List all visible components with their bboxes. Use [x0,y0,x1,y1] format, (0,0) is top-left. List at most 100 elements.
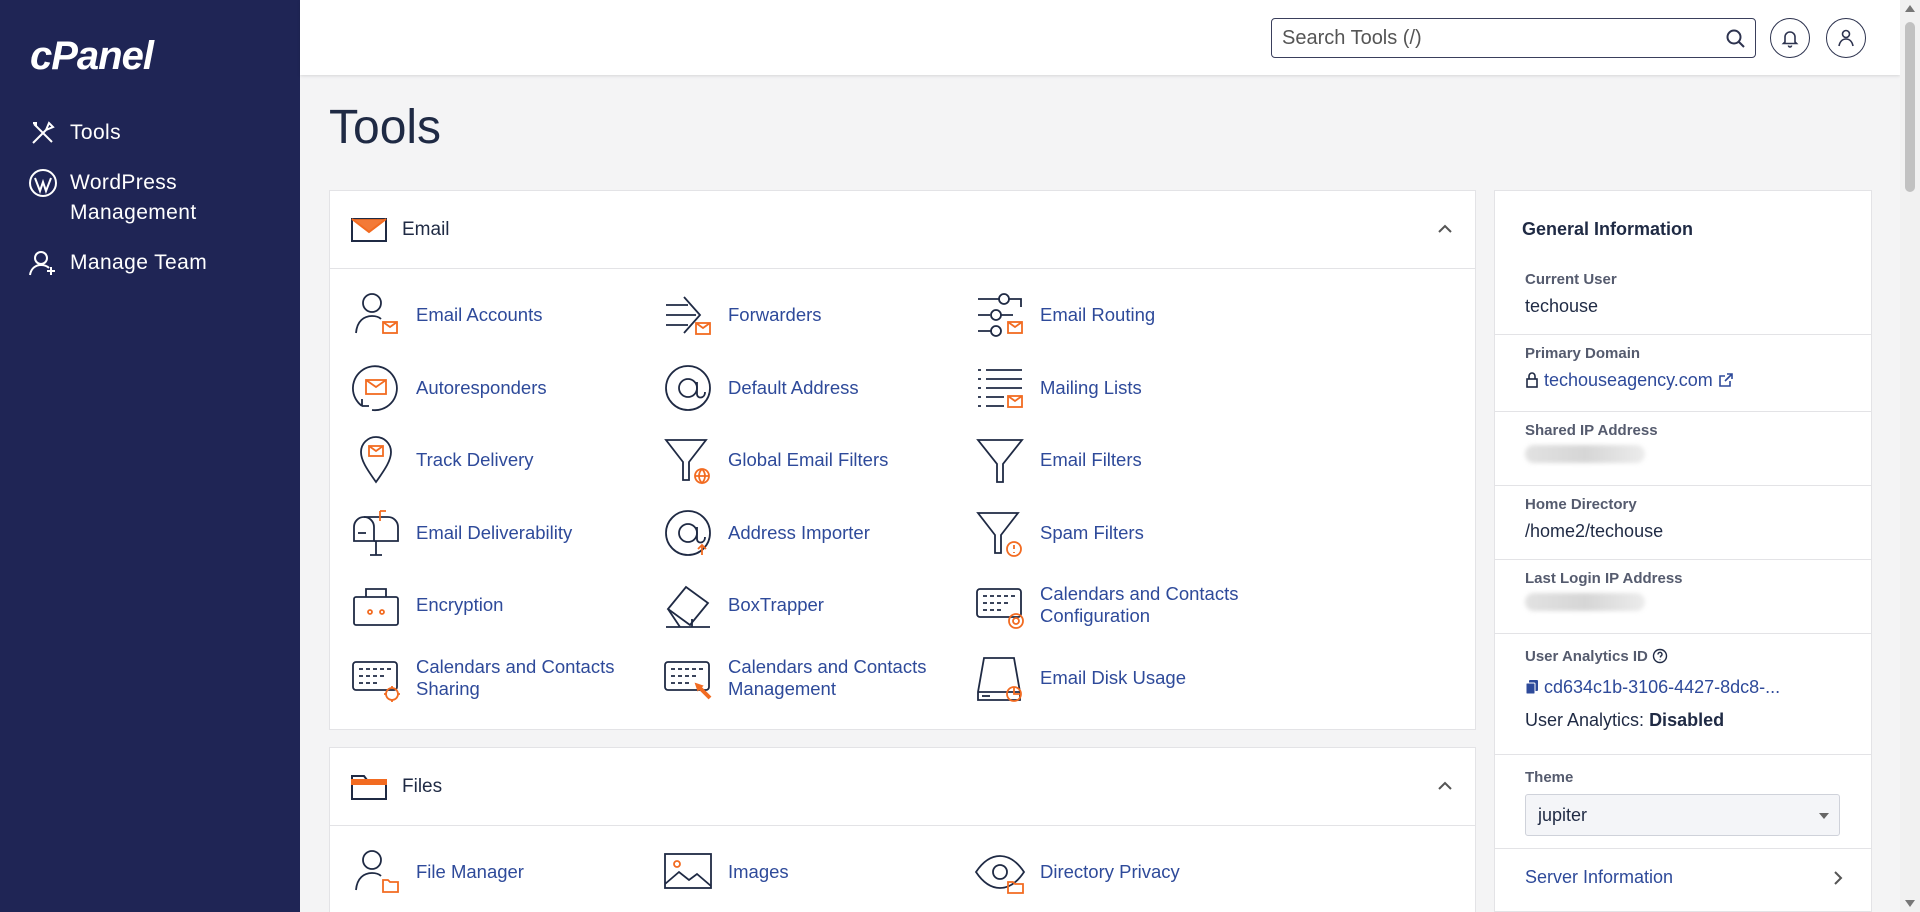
files-section: Files File Manager Images Directory Priv… [329,747,1476,912]
filter-icon [976,439,1024,484]
notifications-button[interactable] [1770,18,1810,58]
user-menu-button[interactable] [1826,18,1866,58]
tool-forwarders[interactable]: Forwarders [662,279,974,352]
file-manager-icon [355,850,399,894]
scroll-down-arrow[interactable] [1905,900,1915,907]
sidebar-item-wordpress[interactable]: WordPress Management [28,168,288,228]
tool-calendars-contacts-sharing[interactable]: Calendars and Contacts Sharing [350,642,662,715]
spam-filter-icon [976,511,1022,557]
tool-label: Mailing Lists [1040,376,1142,398]
lock-icon [1526,372,1538,388]
tool-label: Images [728,861,789,883]
tool-calendars-contacts-configuration[interactable]: Calendars and Contacts Configuration [974,569,1286,642]
mailing-lists-icon [978,368,1023,408]
at-sign-icon [665,364,711,411]
mailbox-icon [353,509,399,556]
chevron-up-icon[interactable] [1435,219,1455,239]
tool-label: Email Accounts [416,304,543,326]
bell-icon [1781,31,1799,48]
sidebar-nav: Tools WordPress Management Manage Team [28,118,288,298]
manage-team-icon [29,251,55,276]
tool-directory-privacy[interactable]: Directory Privacy [974,836,1286,909]
boxtrapper-icon [666,586,710,629]
tool-email-deliverability[interactable]: Email Deliverability [350,497,662,570]
primary-domain-link[interactable]: techouseagency.com [1544,370,1713,390]
page-scrollbar[interactable] [1900,0,1920,912]
last-login-row: Last Login IP Address [1495,560,1871,634]
tool-global-email-filters[interactable]: Global Email Filters [662,424,974,497]
global-filter-icon [664,439,710,485]
user-analytics-row: User Analytics ID cd634c1b-3106-4427-8dc… [1495,634,1871,755]
home-directory-row: Home Directory /home2/techouse [1495,486,1871,560]
forwarders-icon [666,296,711,336]
scroll-up-arrow[interactable] [1905,5,1915,12]
analytics-status-wrap: User Analytics: Disabled [1525,698,1871,731]
autoresponders-icon [352,365,398,411]
calendar-config-icon [976,588,1024,630]
tool-images[interactable]: Images [662,836,974,909]
tool-email-routing[interactable]: Email Routing [974,279,1286,352]
search-input[interactable] [1272,19,1712,57]
copy-icon[interactable] [1525,679,1539,695]
search-box [1271,18,1756,58]
page-title: Tools [329,101,442,154]
tool-track-delivery[interactable]: Track Delivery [350,424,662,497]
theme-select[interactable]: jupiter [1525,794,1840,836]
tool-calendars-contacts-management[interactable]: Calendars and Contacts Management [662,642,974,715]
envelope-icon [351,217,387,242]
tool-default-address[interactable]: Default Address [662,352,974,425]
general-information-panel: General Information Current User techous… [1494,190,1872,912]
tools-icon [32,121,55,144]
tool-encryption[interactable]: Encryption [350,569,662,642]
email-tools-grid: Email Accounts Forwarders Email Routing … [330,269,1475,714]
section-title: Email [402,218,450,240]
tool-label: Email Routing [1040,304,1156,326]
home-directory-label: Home Directory [1525,496,1637,513]
analytics-id-label: User Analytics ID [1525,648,1648,665]
address-importer-icon [665,509,711,556]
current-user-label: Current User [1525,271,1617,288]
calendar-sharing-icon [352,660,400,702]
tool-label: Calendars and Contacts Sharing [416,655,615,699]
tool-address-importer[interactable]: Address Importer [662,497,974,570]
tool-autoresponders[interactable]: Autoresponders [350,352,662,425]
email-routing-icon [978,293,1023,338]
tool-label: Default Address [728,376,859,398]
tool-file-manager[interactable]: File Manager [350,836,662,909]
tool-boxtrapper[interactable]: BoxTrapper [662,569,974,642]
tool-email-disk-usage[interactable]: Email Disk Usage [974,642,1286,715]
eye-icon [974,855,1026,895]
folder-icon [351,774,387,800]
sidebar-item-manage-team[interactable]: Manage Team [28,248,288,278]
cpanel-logo[interactable]: cPanel [30,34,154,79]
tool-email-accounts[interactable]: Email Accounts [350,279,662,352]
theme-select-value: jupiter [1538,805,1588,825]
tool-spam-filters[interactable]: Spam Filters [974,497,1286,570]
topbar [300,0,1900,75]
external-link-icon[interactable] [1718,372,1734,388]
scroll-thumb[interactable] [1905,22,1915,192]
user-icon [1838,29,1854,47]
analytics-status-value: Disabled [1649,710,1725,730]
primary-domain-label: Primary Domain [1525,345,1641,362]
analytics-id-label-wrap: User Analytics ID [1525,634,1871,665]
shared-ip-label: Shared IP Address [1525,422,1658,439]
chevron-up-icon[interactable] [1435,776,1455,796]
sidebar-item-tools[interactable]: Tools [28,118,288,148]
tool-mailing-lists[interactable]: Mailing Lists [974,352,1286,425]
files-section-header[interactable]: Files [330,748,1475,826]
tool-label: Autoresponders [416,376,547,398]
analytics-id-value[interactable]: cd634c1b-3106-4427-8dc8-... [1544,677,1780,697]
theme-label: Theme [1525,769,1574,786]
last-login-redacted [1525,593,1645,611]
search-icon[interactable] [1725,28,1747,50]
wordpress-icon [29,169,57,197]
help-icon[interactable] [1652,648,1668,664]
server-information-link[interactable]: Server Information [1495,849,1871,888]
email-section-header[interactable]: Email [330,191,1475,269]
email-accounts-icon [355,293,398,335]
tool-email-filters[interactable]: Email Filters [974,424,1286,497]
analytics-id-wrap: cd634c1b-3106-4427-8dc8-... [1525,665,1871,698]
chevron-right-icon [1834,871,1843,885]
files-tools-grid: File Manager Images Directory Privacy [330,826,1475,909]
